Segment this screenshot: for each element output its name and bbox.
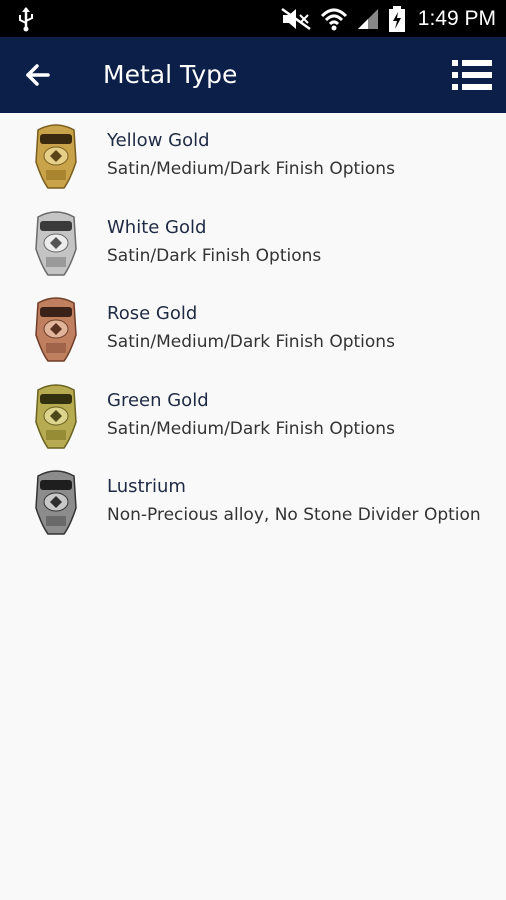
metal-name: Green Gold (107, 389, 209, 411)
metal-description: Satin/Dark Finish Options (107, 245, 322, 266)
metal-name: Yellow Gold (107, 130, 210, 151)
list-item-yellow-gold[interactable]: Yellow Gold Satin/Medium/Dark Finish Opt… (0, 113, 506, 200)
metal-description: Non-Precious alloy, No Stone Divider Opt… (107, 505, 481, 525)
list-item-white-gold[interactable]: White Gold Satin/Dark Finish Options (0, 200, 506, 287)
mute-icon (281, 7, 311, 30)
rose-gold-ring-icon (35, 297, 77, 362)
metal-description: Satin/Medium/Dark Finish Options (107, 159, 395, 179)
list-item-green-gold[interactable]: Green Gold Satin/Medium/Dark Finish Opti… (0, 373, 506, 460)
metal-name: White Gold (107, 216, 207, 238)
usb-icon (19, 7, 33, 32)
white-gold-ring-icon (35, 210, 77, 276)
list-view-icon[interactable] (450, 58, 494, 92)
status-bar: 1:49 PM (0, 0, 506, 37)
list-item-rose-gold[interactable]: Rose Gold Satin/Medium/Dark Finish Optio… (0, 286, 506, 373)
metal-name: Rose Gold (107, 303, 198, 324)
list-item-lustrium[interactable]: Lustrium Non-Precious alloy, No Stone Di… (0, 459, 506, 546)
metal-description: Satin/Medium/Dark Finish Options (107, 332, 395, 352)
wifi-icon (320, 8, 347, 30)
lustrium-ring-icon (35, 470, 77, 535)
signal-icon (357, 8, 378, 29)
back-arrow-icon[interactable] (20, 57, 56, 93)
app-bar: Metal Type (0, 37, 506, 113)
metal-description: Satin/Medium/Dark Finish Options (107, 418, 395, 439)
battery-icon (388, 5, 405, 32)
metal-list: Yellow Gold Satin/Medium/Dark Finish Opt… (0, 113, 506, 546)
page-title: Metal Type (103, 60, 238, 89)
green-gold-ring-icon (35, 383, 77, 449)
metal-name: Lustrium (107, 476, 186, 497)
status-time: 1:49 PM (417, 6, 496, 30)
yellow-gold-ring-icon (35, 124, 77, 189)
